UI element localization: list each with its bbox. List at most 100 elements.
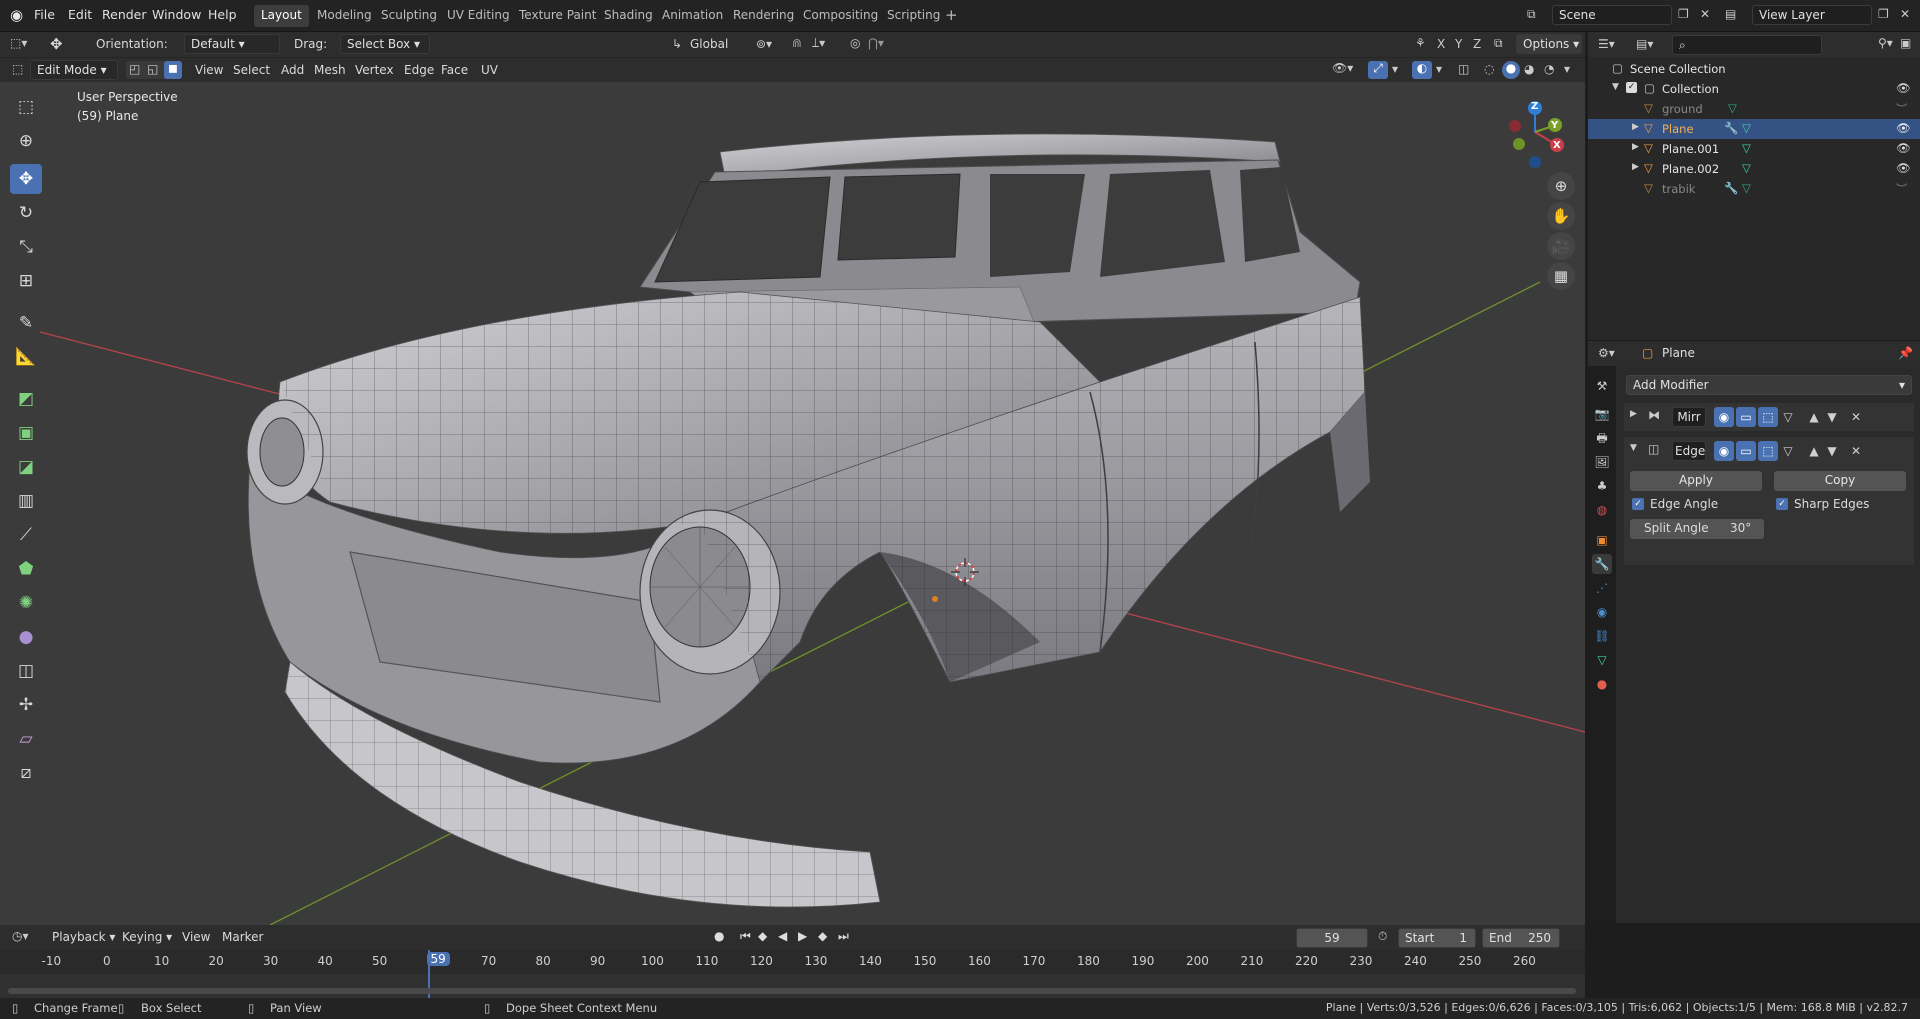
gizmo-z-label[interactable]: Z <box>1531 101 1538 112</box>
drag-select[interactable]: Select Box ▾ <box>340 34 430 54</box>
mesh-symmetry-icon[interactable]: ⚘ <box>1415 36 1426 50</box>
mode-select[interactable]: Edit Mode ▾ <box>30 60 118 80</box>
vertex-select-icon[interactable]: ◰ <box>129 62 140 76</box>
annotate-tool-icon[interactable]: ✎ <box>10 308 42 338</box>
tab-sculpting[interactable]: Sculpting <box>374 5 444 27</box>
gizmo-dropdown-icon[interactable]: ▾ <box>1392 62 1398 76</box>
gizmo-x-label[interactable]: X <box>1553 140 1561 151</box>
tab-uv-editing[interactable]: UV Editing <box>440 5 517 27</box>
transform-orientation-select[interactable]: Global <box>690 37 728 51</box>
next-keyframe-icon[interactable]: ◆ <box>818 929 827 943</box>
tab-compositing[interactable]: Compositing <box>796 5 885 27</box>
timeline-editor-icon[interactable]: ◷▾ <box>12 929 29 943</box>
proportional-edit-icon[interactable]: ◎ <box>850 36 860 50</box>
outliner-row-plane-001[interactable]: ▶ ▽ Plane.001 ▽ 👁 <box>1588 139 1920 159</box>
cursor-tool-icon[interactable]: ⊕ <box>10 126 42 156</box>
shading-dropdown-icon[interactable]: ▾ <box>1564 62 1570 76</box>
blender-logo-icon[interactable]: ◉ <box>10 6 23 24</box>
3d-viewport[interactable]: Z X Y User Perspective (59) Plane ⊕ ✋ 🎥 … <box>0 82 1585 925</box>
play-reverse-icon[interactable]: ◀ <box>778 929 787 943</box>
particles-tab-icon[interactable]: ⋰ <box>1592 578 1612 598</box>
menu-add[interactable]: Add <box>281 63 304 77</box>
xray-icon[interactable]: ◫ <box>1458 62 1469 76</box>
viewport-display-icon[interactable]: ▭ <box>1736 407 1756 427</box>
eye-icon[interactable]: 👁 <box>1896 81 1911 95</box>
expand-icon[interactable]: ▶ <box>1632 142 1639 152</box>
axis-z-toggle[interactable]: Z <box>1473 37 1481 51</box>
wireframe-shading-icon[interactable]: ◌ <box>1484 62 1494 76</box>
menu-uv[interactable]: UV <box>481 63 498 77</box>
remove-scene-icon[interactable]: ✕ <box>1700 7 1710 21</box>
start-frame-field[interactable]: Start 1 <box>1398 928 1476 948</box>
tab-scripting[interactable]: Scripting <box>880 5 947 27</box>
modifier-tab-icon[interactable]: 🔧 <box>1592 554 1612 574</box>
outliner-row-collection[interactable]: ▼ ✓ ▢ Collection 👁 <box>1588 79 1920 99</box>
edge-angle-checkbox[interactable]: ✓ <box>1632 498 1644 510</box>
ortho-toggle-icon[interactable]: ▦ <box>1547 262 1575 290</box>
add-workspace-icon[interactable]: + <box>945 6 958 24</box>
output-tab-icon[interactable]: 🖶 <box>1592 428 1612 448</box>
overlay-dropdown-icon[interactable]: ▾ <box>1436 62 1442 76</box>
menu-vertex[interactable]: Vertex <box>355 63 394 77</box>
menu-help[interactable]: Help <box>208 7 237 22</box>
overlay-toggle-icon[interactable]: ◐ <box>1412 61 1432 79</box>
pan-hand-icon[interactable]: ✋ <box>1547 202 1575 230</box>
menu-timeline-view[interactable]: View <box>182 930 210 944</box>
timeline-scrollbar[interactable] <box>8 988 1576 994</box>
pivot-point-icon[interactable]: ⊚▾ <box>756 37 772 51</box>
collapse-icon[interactable]: ▼ <box>1630 443 1637 453</box>
menu-keying[interactable]: Keying ▾ <box>122 930 172 944</box>
expand-icon[interactable]: ▼ <box>1612 82 1619 92</box>
cage-icon[interactable]: ⬚ <box>1758 407 1778 427</box>
world-tab-icon[interactable]: ◍ <box>1592 500 1612 520</box>
select-box-tool-icon[interactable]: ⬚ <box>10 92 42 122</box>
checkbox-icon[interactable]: ✓ <box>1626 82 1637 93</box>
menu-render[interactable]: Render <box>102 7 147 22</box>
transform-pivot-icon[interactable]: ✥ <box>50 35 63 53</box>
transform-tool-icon[interactable]: ⊞ <box>10 266 42 296</box>
render-tab-icon[interactable]: 📷 <box>1592 404 1612 424</box>
menu-face[interactable]: Face <box>441 63 468 77</box>
menu-view[interactable]: View <box>195 63 223 77</box>
outliner-row-scene-collection[interactable]: ▢ Scene Collection <box>1588 59 1920 79</box>
outliner-row-trabik[interactable]: ▽ trabik 🔧 ▽ ︶ <box>1588 179 1920 199</box>
move-down-icon[interactable]: ▼ <box>1822 407 1842 427</box>
copy-button[interactable]: Copy <box>1774 471 1906 491</box>
outliner-row-plane[interactable]: ▶ ▽ Plane 🔧 ▽ 👁 <box>1588 119 1920 139</box>
collapse-icon[interactable]: ▶ <box>1630 409 1637 419</box>
move-up-icon[interactable]: ▲ <box>1804 441 1824 461</box>
remove-view-layer-icon[interactable]: ✕ <box>1900 7 1910 21</box>
constraints-tab-icon[interactable]: ⛓ <box>1592 626 1612 646</box>
new-scene-icon[interactable]: ❐ <box>1678 7 1689 21</box>
orientation-select[interactable]: Default ▾ <box>184 34 280 54</box>
falloff-icon[interactable]: ⋂▾ <box>868 36 884 50</box>
edit-mode-toggle-icon[interactable]: ◉ <box>1714 441 1734 461</box>
tab-shading[interactable]: Shading <box>597 5 660 27</box>
eye-icon[interactable]: 👁 <box>1896 161 1911 175</box>
tab-animation[interactable]: Animation <box>655 5 730 27</box>
outliner-row-plane-002[interactable]: ▶ ▽ Plane.002 ▽ 👁 <box>1588 159 1920 179</box>
frame-ruler[interactable]: -10 0 10 20 30 40 50 59 70 80 90 100 110 120 130 140 150… <box>0 950 1585 974</box>
auto-merge-icon[interactable]: ⧉ <box>1494 36 1503 51</box>
menu-edge[interactable]: Edge <box>404 63 434 77</box>
inset-tool-icon[interactable]: ▣ <box>10 418 42 448</box>
edge-select-icon[interactable]: ◱ <box>147 62 158 76</box>
new-collection-icon[interactable]: ▣ <box>1900 36 1911 50</box>
move-up-icon[interactable]: ▲ <box>1804 407 1824 427</box>
material-shading-icon[interactable]: ◕ <box>1524 62 1534 76</box>
snap-icon[interactable]: ⋒ <box>792 36 802 50</box>
view-layer-tab-icon[interactable]: 🖼 <box>1592 452 1612 472</box>
solid-shading-icon[interactable]: ● <box>1502 61 1520 79</box>
options-dropdown[interactable]: Options ▾ <box>1516 34 1582 54</box>
on-cage-icon[interactable]: ▽ <box>1778 441 1798 461</box>
jump-end-icon[interactable]: ⏭ <box>838 929 849 944</box>
menu-select[interactable]: Select <box>233 63 270 77</box>
eye-icon[interactable]: 👁 <box>1896 121 1911 135</box>
menu-window[interactable]: Window <box>152 7 201 22</box>
viewport-display-icon[interactable]: ▭ <box>1736 441 1756 461</box>
jump-start-icon[interactable]: ⏮ <box>740 929 751 944</box>
menu-marker[interactable]: Marker <box>222 930 263 944</box>
outliner-search[interactable]: ⌕ <box>1672 35 1822 55</box>
play-icon[interactable]: ▶ <box>798 929 807 943</box>
knife-tool-icon[interactable]: ⟋ <box>10 520 42 550</box>
